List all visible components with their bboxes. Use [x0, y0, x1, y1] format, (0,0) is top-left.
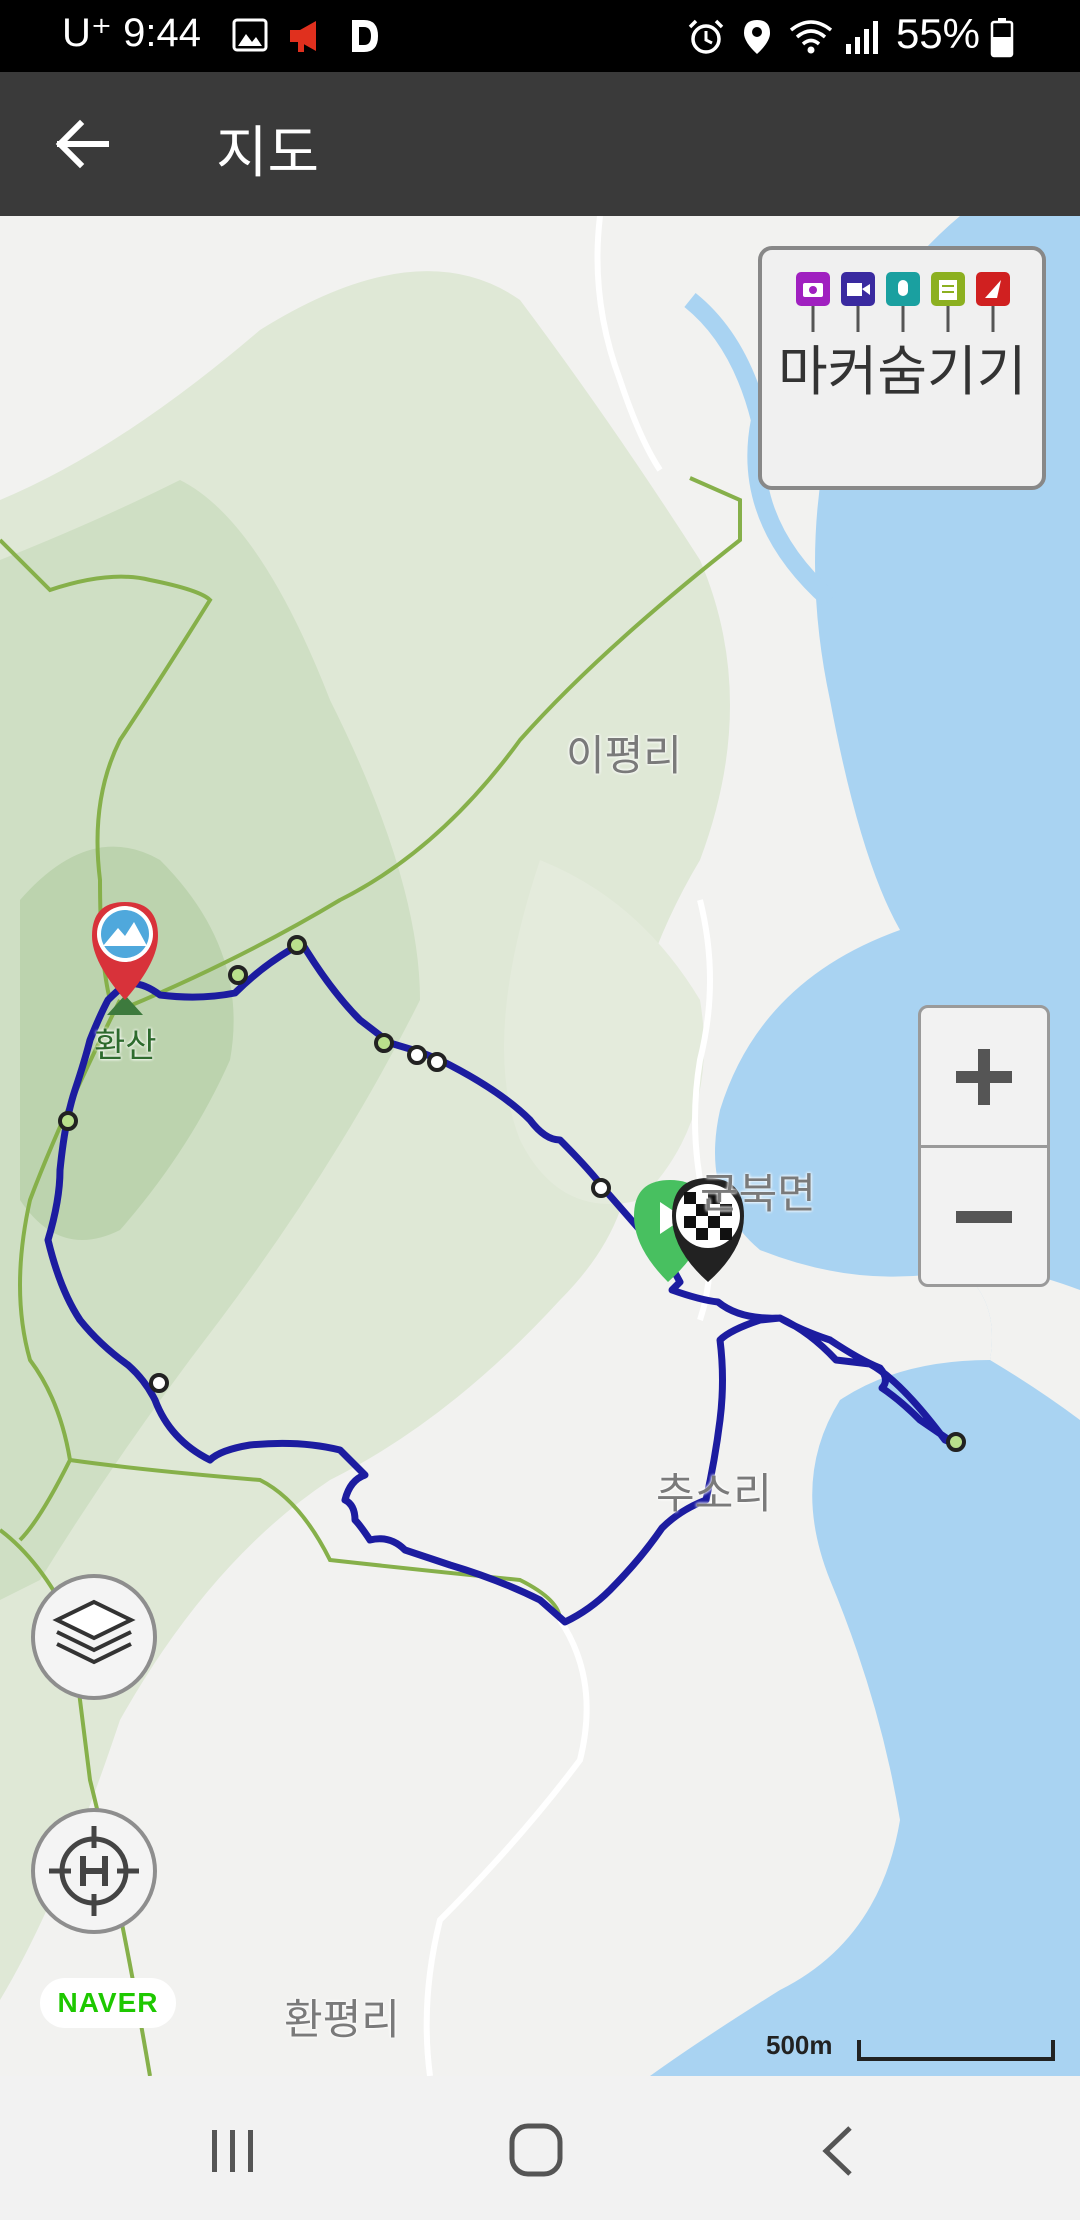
- alarm-icon: [688, 19, 724, 54]
- map-scale: 500m: [766, 2030, 1066, 2070]
- plus-icon: [956, 1048, 1012, 1105]
- waypoint: [58, 1111, 78, 1131]
- location-icon: [744, 20, 770, 54]
- terrain-east: [504, 860, 704, 1204]
- video-pin-icon: [841, 272, 875, 332]
- marker-hide-label: 마커숨기기: [778, 340, 1027, 403]
- layers-icon: [52, 1599, 136, 1665]
- carrier-label: U⁺ 9:44: [62, 11, 201, 55]
- crosshair-h-icon: [49, 1826, 139, 1916]
- waypoint: [407, 1045, 427, 1065]
- scale-bar: [857, 2040, 1055, 2061]
- peak-label: 환산: [94, 1026, 157, 1066]
- page-title: 지도: [216, 121, 320, 186]
- system-nav-bar: [0, 2076, 1080, 2220]
- place-label-hwanpyeongri: 환평리: [284, 1995, 400, 2044]
- status-bar: U⁺ 9:44 55%: [0, 0, 1080, 72]
- megaphone-icon: [290, 21, 316, 52]
- d-app-icon: [352, 20, 378, 52]
- place-label-chusori: 추소리: [656, 1469, 772, 1518]
- flag-pin-icon: [976, 272, 1010, 332]
- mic-pin-icon: [886, 272, 920, 332]
- battery-icon: [990, 18, 1014, 58]
- image-icon: [232, 18, 268, 52]
- waypoint: [427, 1052, 447, 1072]
- signal-icon: [846, 21, 878, 54]
- status-time: 9:44: [123, 11, 201, 55]
- battery-percent: 55%: [895, 10, 980, 57]
- back-chevron-icon[interactable]: [818, 2124, 858, 2178]
- waypoint: [287, 935, 307, 955]
- layers-button[interactable]: [31, 1574, 157, 1700]
- camera-pin-icon: [796, 272, 830, 332]
- home-icon[interactable]: [508, 2122, 564, 2178]
- zoom-out-button[interactable]: [921, 1148, 1047, 1285]
- recent-apps-icon[interactable]: [208, 2126, 258, 2176]
- wifi-icon: [789, 20, 833, 54]
- locate-button[interactable]: [31, 1808, 157, 1934]
- marker-hide-button[interactable]: 마커숨기기: [758, 246, 1046, 490]
- map-view[interactable]: 이평리 환산 군북면 추소리 환평리 마커숨기기 NAVER 500m: [0, 216, 1080, 2076]
- zoom-in-button[interactable]: [921, 1008, 1047, 1145]
- note-pin-icon: [931, 272, 965, 332]
- waypoint: [374, 1033, 394, 1053]
- waypoint: [149, 1373, 169, 1393]
- app-bar: 지도: [0, 72, 1080, 216]
- arrow-left-icon[interactable]: [52, 114, 112, 174]
- waypoint: [228, 965, 248, 985]
- place-label-ipyeongri: 이평리: [566, 731, 682, 780]
- minus-icon: [956, 1210, 1012, 1223]
- scale-label: 500m: [766, 2030, 833, 2060]
- naver-logo: NAVER: [40, 1978, 176, 2028]
- marker-pins: [796, 272, 1010, 332]
- waypoint: [591, 1178, 611, 1198]
- zoom-controls: [918, 1005, 1050, 1287]
- place-label-gunbukmyeon: 군북면: [700, 1169, 816, 1218]
- waypoint: [946, 1432, 966, 1452]
